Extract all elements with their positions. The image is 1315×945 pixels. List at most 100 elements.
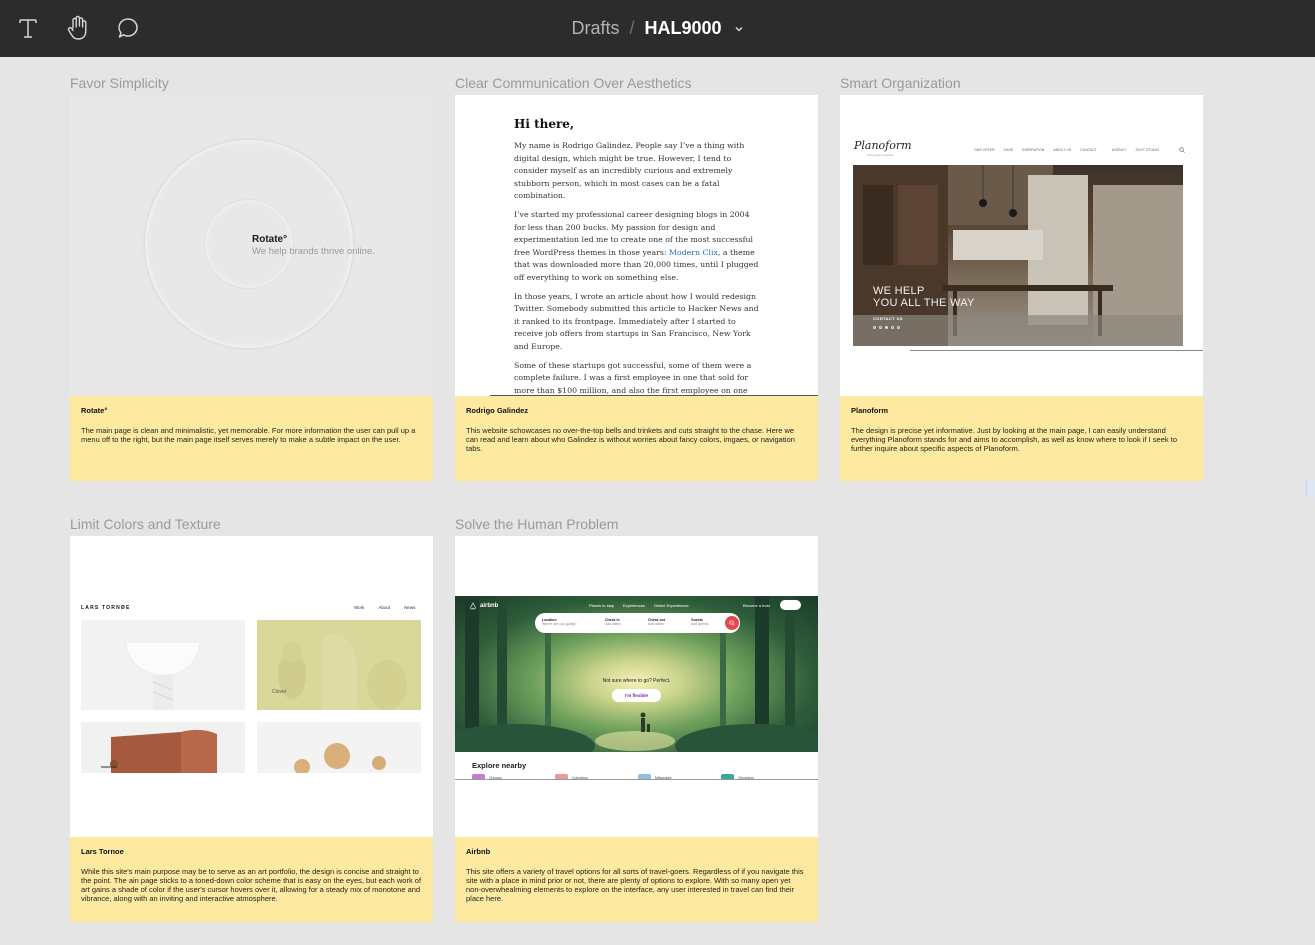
airbnb-hero-image: airbnb Places to stay Experiences Online… (455, 596, 818, 752)
breadcrumb-drafts[interactable]: Drafts (571, 18, 619, 39)
note-title: Planoform (851, 406, 889, 415)
explore-nearby-heading: Explore nearby (472, 761, 527, 770)
wooden-discs-image (294, 743, 386, 773)
slide-dot (879, 326, 882, 329)
search-field: Location Where are you going? (542, 618, 576, 626)
note-title: Rodrigo Galindez (466, 406, 529, 415)
artwork-tile (257, 722, 421, 773)
note-text: The main page is clean and minimalistic,… (81, 426, 416, 444)
become-host-link: Become a host (743, 603, 770, 608)
note-title: Rotate° (81, 406, 108, 415)
white-vase-image (125, 641, 201, 710)
file-menu-dropdown[interactable] (734, 25, 744, 33)
sticky-note[interactable]: Lars Tornoe While this site's main purpo… (70, 837, 433, 922)
field-value: Add dates (648, 622, 664, 626)
sticky-note[interactable]: Airbnb This site offers a variety of tra… (455, 837, 818, 922)
nav-item: About (378, 605, 391, 610)
flexible-prompt: Not sure where to go? Perfect. (602, 678, 671, 684)
file-name[interactable]: HAL9000 (644, 18, 721, 39)
comment-tool-button[interactable] (114, 14, 142, 42)
nav-item: OUR OFFER (974, 148, 995, 152)
planoform-hero-image: WE HELP YOU ALL THE WAY CONTACT US (853, 165, 1183, 346)
hand-tool-button[interactable] (64, 14, 92, 42)
field-value: Add dates (605, 622, 621, 626)
note-title: Lars Tornoe (81, 847, 124, 856)
search-icon (1179, 147, 1185, 153)
article-paragraph: I’ve started my professional career desi… (514, 209, 759, 285)
lars-logo: LARS TORNØE (81, 605, 131, 611)
field-value: Where are you going? (542, 622, 577, 626)
note-title: Airbnb (466, 847, 491, 856)
slide-indicators (873, 326, 900, 329)
note-text: The design is precise yet informative. J… (851, 426, 1177, 453)
airbnb-wordmark: airbnb (480, 603, 499, 609)
slide-dot-active (885, 326, 888, 329)
planoform-logo-subtitle: living space experts (867, 153, 894, 157)
note-text: This site offers a variety of travel opt… (466, 867, 804, 903)
artwork-tile (81, 722, 245, 773)
article-paragraph: My name is Rodrigo Galindez. People say … (514, 141, 745, 201)
user-menu (780, 600, 801, 610)
rotate-brand-name: Rotate° (252, 234, 288, 245)
airbnb-logo-icon (470, 602, 476, 610)
comment-icon (118, 18, 138, 38)
nav-item: AGENCY (1111, 148, 1127, 152)
hero-headline: WE HELP YOU ALL THE WAY (873, 285, 975, 309)
rotate-site-preview: Rotate° We help brands thrive online. (70, 95, 433, 396)
slide-dot (897, 326, 900, 329)
hand-icon (67, 15, 87, 40)
rodrigo-site-preview: Hi there, My name is Rodrigo Galindez. P… (455, 95, 818, 396)
yellow-vessels-image (278, 634, 407, 710)
nav-item: INSPIRATION (1022, 148, 1045, 152)
search-button (725, 616, 739, 630)
airbnb-top-nav: Places to stay Experiences Online Experi… (589, 603, 689, 608)
text-tool-button[interactable] (14, 14, 42, 42)
frame-title[interactable]: Solve the Human Problem (455, 516, 618, 532)
planoform-nav: OUR OFFER CASE INSPIRATION ABOUT US CONT… (974, 148, 1159, 152)
search-field: Guests Add guests (691, 618, 709, 626)
article-paragraph: Some of these startups got successful, s… (514, 360, 752, 395)
search-icon (729, 620, 735, 626)
scroll-edge-marker[interactable] (1306, 479, 1315, 498)
note-text: This website schowcases no over-the-top … (466, 426, 795, 453)
nav-item: Work (354, 605, 365, 610)
nav-item: CONTACT (1080, 148, 1097, 152)
sticky-note[interactable]: Rodrigo Galindez This website schowcases… (455, 396, 818, 481)
tile-label: Clover (272, 689, 287, 695)
frame-title[interactable]: Favor Simplicity (70, 75, 169, 91)
airbnb-site-preview: airbnb Places to stay Experiences Online… (455, 536, 818, 837)
terracotta-shapes-image (101, 729, 217, 773)
text-icon (19, 19, 37, 38)
note-text: While this site's main purpose may be to… (81, 867, 422, 903)
nav-item: ABOUT US (1053, 148, 1072, 152)
field-value: Add guests (691, 622, 709, 626)
article-heading: Hi there, (514, 117, 575, 131)
contact-us-link: CONTACT US (873, 316, 903, 321)
frame-title[interactable]: Clear Communication Over Aesthetics (455, 75, 692, 91)
lars-tornoe-site-preview: LARS TORNØE Work About News Clover (70, 536, 433, 837)
divider (455, 779, 818, 780)
artwork-tile: Clover (257, 620, 421, 710)
chevron-down-icon (735, 26, 743, 32)
lars-nav: Work About News (354, 605, 415, 610)
planoform-site-preview: Planoform living space experts OUR OFFER… (840, 95, 1203, 396)
frame-title[interactable]: Smart Organization (840, 75, 961, 91)
artwork-tile (81, 620, 245, 710)
rotate-tagline: We help brands thrive online. (252, 246, 375, 257)
frame-title[interactable]: Limit Colors and Texture (70, 516, 221, 532)
hero-line: YOU ALL THE WAY (873, 297, 975, 309)
sticky-note[interactable]: Rotate° The main page is clean and minim… (70, 396, 433, 481)
hero-line: WE HELP (873, 285, 925, 297)
divider (910, 350, 1203, 351)
top-toolbar: Drafts / HAL9000 (0, 0, 1315, 57)
article-paragraph: In those years, I wrote an article about… (514, 291, 759, 351)
nav-item: Online Experiences (653, 603, 689, 608)
modern-clix-link: Modern Clix (668, 247, 718, 257)
slide-dot (891, 326, 894, 329)
sticky-note[interactable]: Planoform The design is precise yet info… (840, 396, 1203, 481)
nav-item: News (404, 605, 416, 610)
slide-dot (873, 326, 876, 329)
nav-item: CASE (1003, 148, 1014, 152)
airbnb-logo: airbnb (469, 602, 498, 610)
breadcrumb: Drafts / HAL9000 (0, 0, 1315, 57)
